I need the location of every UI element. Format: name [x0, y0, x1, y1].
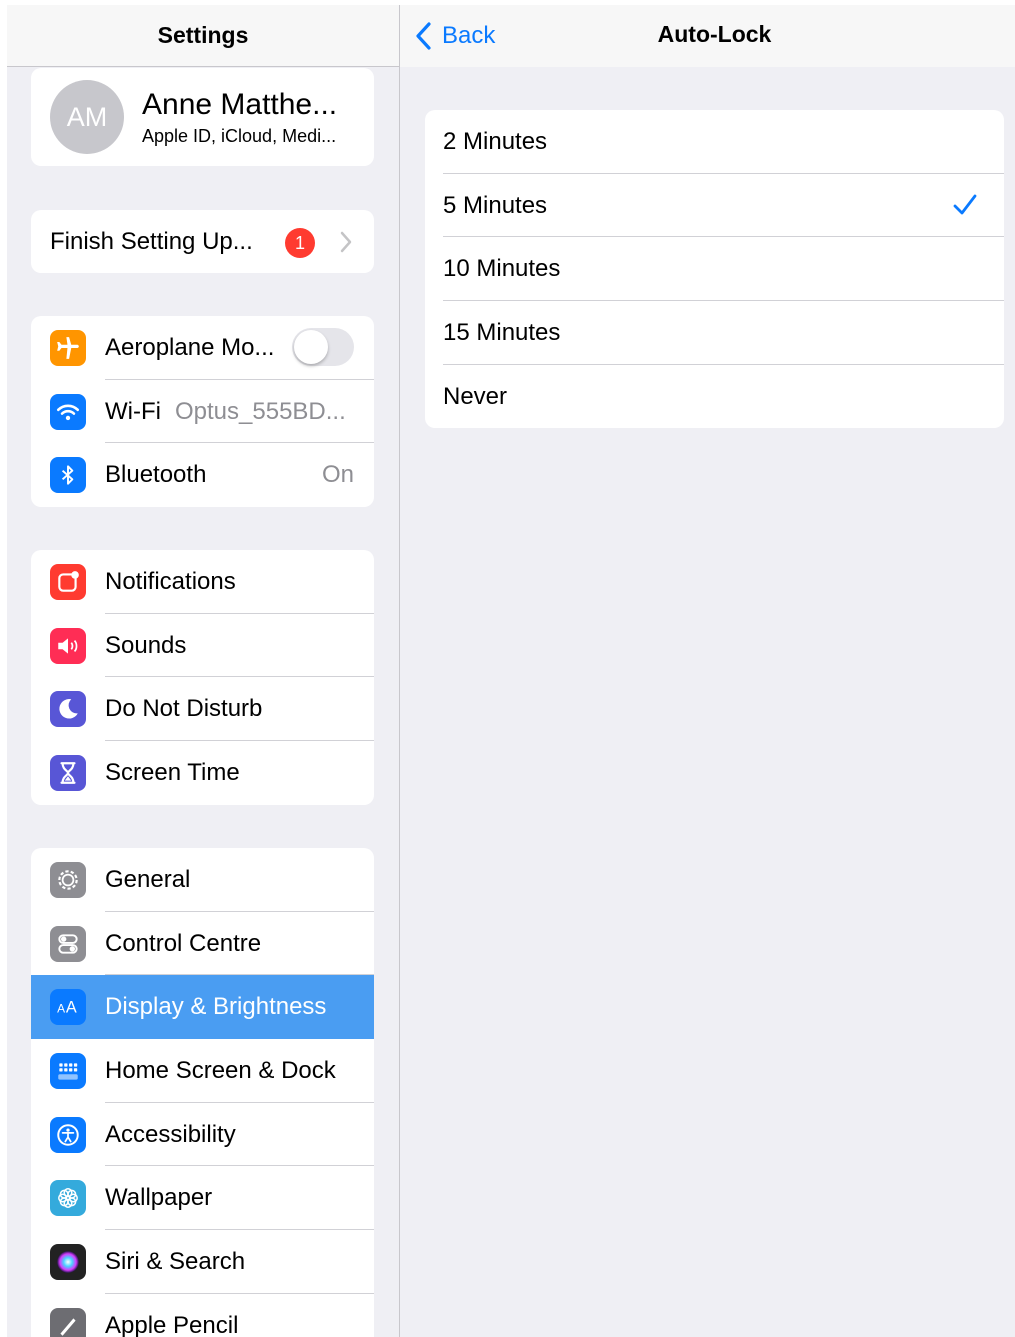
option-label: Never [443, 382, 508, 410]
sidebar-item-accessibility[interactable]: Accessibility [31, 1103, 374, 1167]
sidebar-item-label: Siri & Search [105, 1247, 246, 1275]
sidebar-title: Settings [157, 22, 249, 48]
flower-icon [50, 1180, 86, 1217]
auto-lock-options: 2 Minutes 5 Minutes 10 Minutes 15 Minute… [425, 110, 1004, 429]
sidebar-item-general[interactable]: General [31, 848, 374, 912]
option-never[interactable]: Never [425, 365, 1004, 429]
sidebar-item-do-not-disturb[interactable]: Do Not Disturb [31, 677, 374, 742]
sidebar-header: Settings [7, 5, 399, 67]
siri-icon [50, 1244, 86, 1281]
text-size-icon: AA [50, 989, 86, 1026]
option-label: 5 Minutes [443, 191, 548, 219]
bluetooth-icon [50, 457, 86, 494]
sidebar-item-label: Wallpaper [105, 1184, 213, 1212]
option-15-minutes[interactable]: 15 Minutes [425, 301, 1004, 365]
sidebar-item-label: Aeroplane Mo... [105, 333, 275, 361]
sidebar-item-bluetooth[interactable]: Bluetooth On [31, 443, 374, 507]
sidebar-item-label: General [105, 865, 191, 893]
sidebar-item-control-centre[interactable]: Control Centre [31, 912, 374, 976]
bluetooth-status-value: On [321, 461, 354, 489]
sidebar-item-label: Do Not Disturb [105, 695, 263, 723]
home-grid-icon [50, 1053, 86, 1090]
sidebar-item-label: Sounds [105, 631, 187, 659]
option-5-minutes[interactable]: 5 Minutes [425, 174, 1004, 238]
avatar: AM [50, 80, 124, 154]
sidebar-item-siri-search[interactable]: Siri & Search [31, 1230, 374, 1294]
aeroplane-mode-toggle[interactable] [292, 328, 354, 366]
connectivity-group: Aeroplane Mo... Wi-Fi Optus_555BD... Blu… [31, 316, 374, 508]
sidebar-item-label: Home Screen & Dock [105, 1056, 336, 1084]
detail-header: Back Auto-Lock [400, 5, 1015, 67]
sidebar-item-label: Screen Time [105, 758, 240, 786]
alerts-group: Notifications Sounds Do Not Disturb Scre… [31, 550, 374, 805]
settings-sidebar: Settings AM Anne Matthe... Apple ID, iCl… [7, 5, 399, 1337]
option-label: 10 Minutes [443, 255, 561, 283]
sidebar-item-label: Bluetooth [105, 461, 207, 489]
sidebar-item-label: Control Centre [105, 929, 262, 957]
profile-subtitle: Apple ID, iCloud, Medi... [142, 126, 337, 146]
accessibility-icon [50, 1116, 86, 1153]
option-label: 15 Minutes [443, 318, 561, 346]
system-group: General Control Centre AA Display & Brig… [31, 848, 374, 1337]
finish-setting-up-label: Finish Setting Up... [50, 228, 253, 255]
sidebar-item-sounds[interactable]: Sounds [31, 614, 374, 678]
sidebar-item-label: Notifications [105, 567, 236, 595]
svg-text:A: A [66, 999, 77, 1017]
page-title: Auto-Lock [657, 21, 772, 47]
option-2-minutes[interactable]: 2 Minutes [425, 110, 1004, 174]
sidebar-item-notifications[interactable]: Notifications [31, 550, 374, 614]
finish-setting-up-row[interactable]: Finish Setting Up... 1 [31, 210, 374, 273]
notifications-icon [50, 564, 86, 600]
hourglass-icon [50, 755, 86, 792]
sidebar-item-wallpaper[interactable]: Wallpaper [31, 1166, 374, 1231]
profile-name: Anne Matthe... [142, 88, 338, 121]
auto-lock-pane: Back Auto-Lock 2 Minutes 5 Minutes 10 Mi… [400, 5, 1015, 1337]
notification-badge: 1 [285, 228, 315, 258]
sidebar-item-wifi[interactable]: Wi-Fi Optus_555BD... [31, 380, 374, 444]
switches-icon [50, 925, 86, 962]
sidebar-item-label: Apple Pencil [105, 1311, 239, 1337]
checkmark-icon [953, 194, 977, 215]
moon-icon [50, 691, 86, 728]
pencil-icon [50, 1307, 86, 1337]
sidebar-item-aeroplane-mode[interactable]: Aeroplane Mo... [31, 316, 374, 380]
wifi-network-value: Optus_555BD... [175, 397, 346, 425]
speaker-icon [50, 627, 86, 664]
chevron-right-icon [340, 231, 352, 253]
option-label: 2 Minutes [443, 127, 548, 155]
profile-card[interactable]: AM Anne Matthe... Apple ID, iCloud, Medi… [31, 68, 374, 166]
wifi-icon [50, 393, 86, 430]
sidebar-item-label: Wi-Fi [105, 397, 161, 425]
sidebar-item-label: Display & Brightness [105, 993, 327, 1021]
sidebar-item-screen-time[interactable]: Screen Time [31, 741, 374, 805]
sidebar-item-display-brightness[interactable]: AA Display & Brightness [31, 975, 374, 1040]
sidebar-item-home-screen-dock[interactable]: Home Screen & Dock [31, 1039, 374, 1103]
airplane-icon [50, 330, 86, 366]
gear-icon [50, 862, 86, 898]
sidebar-item-apple-pencil[interactable]: Apple Pencil [31, 1294, 374, 1337]
svg-text:A: A [57, 1002, 65, 1016]
option-10-minutes[interactable]: 10 Minutes [425, 237, 1004, 302]
sidebar-item-label: Accessibility [105, 1120, 236, 1148]
